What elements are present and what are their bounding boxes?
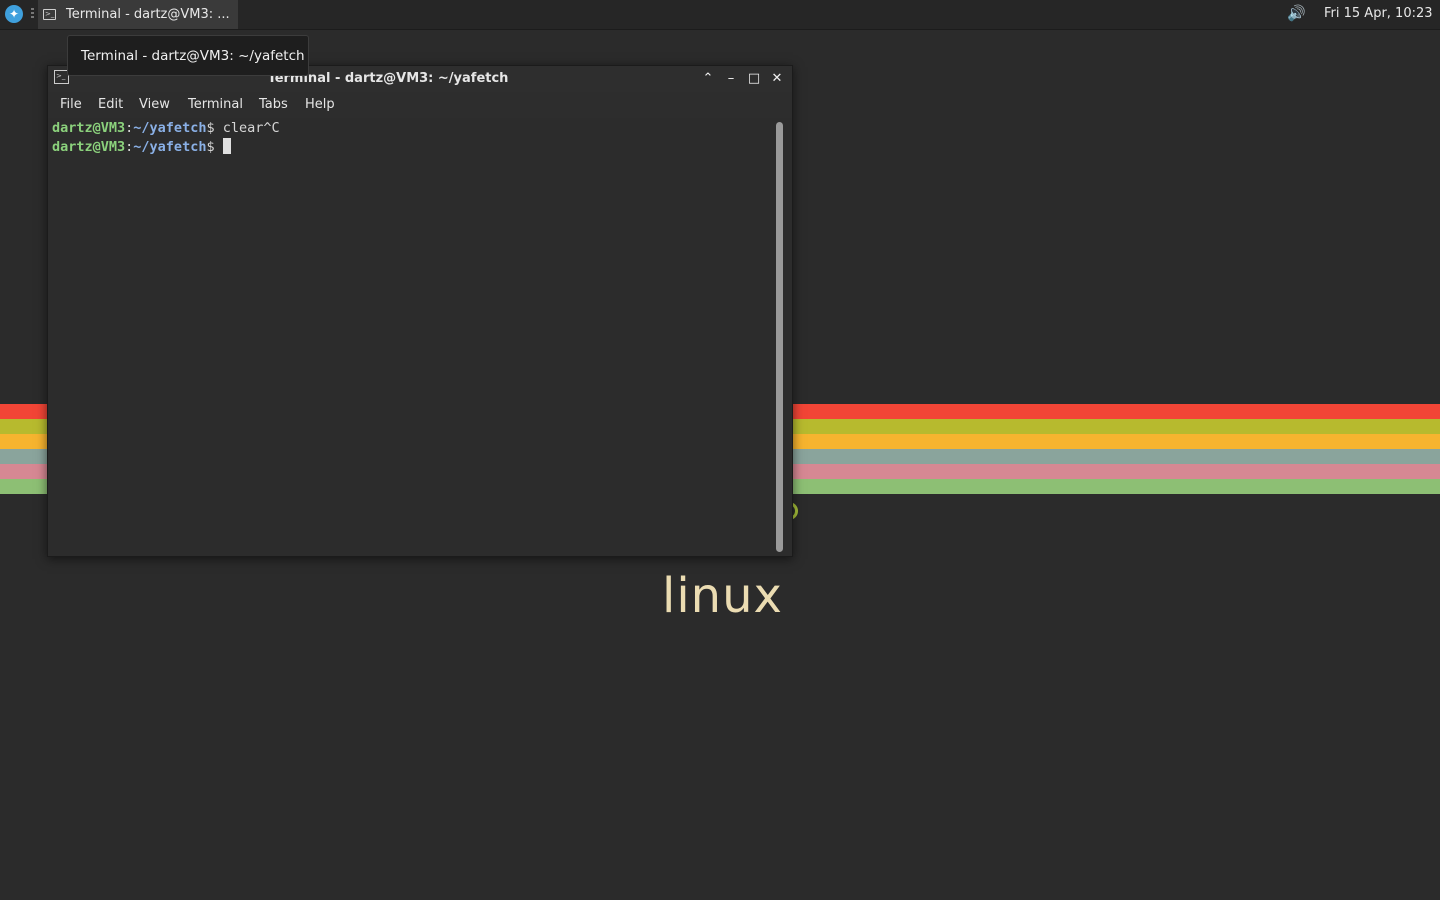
top-panel: ✦ >_ Terminal - dartz@VM3: ... 🔊 Fri 15 … xyxy=(0,0,1440,30)
taskbar-button-terminal[interactable]: >_ Terminal - dartz@VM3: ... xyxy=(38,0,238,29)
scrollbar[interactable] xyxy=(776,122,783,552)
menu-tabs[interactable]: Tabs xyxy=(259,97,288,112)
prompt-path: ~/yafetch xyxy=(133,120,207,136)
prompt-path: ~/yafetch xyxy=(133,139,207,155)
prompt-user: dartz@VM3 xyxy=(52,139,126,155)
command-text: clear^C xyxy=(222,120,280,136)
terminal-line: dartz@VM3:~/yafetch$ clear^C xyxy=(52,120,280,136)
menu-bar: File Edit View Terminal Tabs Help xyxy=(48,93,792,117)
text-cursor xyxy=(222,138,231,154)
volume-icon[interactable]: 🔊 xyxy=(1287,4,1306,22)
wallpaper-text: linux xyxy=(662,568,783,624)
menu-file[interactable]: File xyxy=(60,97,82,112)
taskbar-tooltip: Terminal - dartz@VM3: ~/yafetch xyxy=(67,35,309,76)
whisker-menu-icon[interactable]: ✦ xyxy=(5,5,23,23)
terminal-output[interactable]: dartz@VM3:~/yafetch$ clear^C dartz@VM3:~… xyxy=(48,118,792,556)
terminal-icon: >_ xyxy=(43,9,56,20)
maximize-button[interactable]: □ xyxy=(745,70,763,88)
close-button[interactable]: ✕ xyxy=(768,70,786,88)
menu-help[interactable]: Help xyxy=(305,97,335,112)
prompt-symbol: $ xyxy=(206,120,223,136)
terminal-window[interactable]: >_ Terminal - dartz@VM3: ~/yafetch ⌃ – □… xyxy=(47,65,793,557)
prompt-symbol: $ xyxy=(206,139,223,155)
clock[interactable]: Fri 15 Apr, 10:23 xyxy=(1324,6,1433,21)
menu-view[interactable]: View xyxy=(139,97,170,112)
minimize-button[interactable]: – xyxy=(722,70,740,88)
prompt-user: dartz@VM3 xyxy=(52,120,126,136)
menu-edit[interactable]: Edit xyxy=(98,97,123,112)
terminal-line: dartz@VM3:~/yafetch$ xyxy=(52,138,231,155)
taskbar-button-label: Terminal - dartz@VM3: ... xyxy=(66,7,230,22)
shade-button[interactable]: ⌃ xyxy=(699,70,717,88)
panel-handle[interactable] xyxy=(31,8,34,20)
menu-terminal[interactable]: Terminal xyxy=(188,97,243,112)
